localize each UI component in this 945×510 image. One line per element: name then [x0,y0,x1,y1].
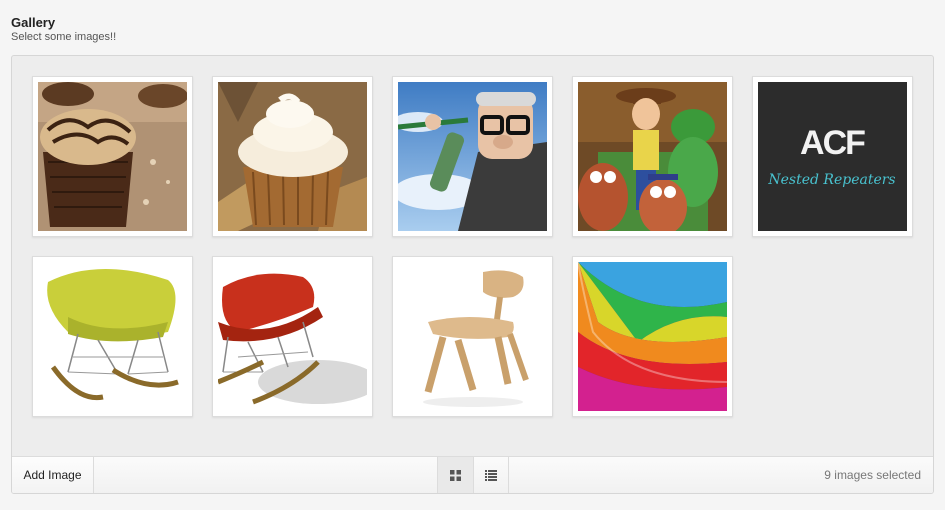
field-instructions: Select some images!! [11,31,117,43]
gallery-container: ACF Nested Repeaters Add Image 9 images … [11,55,934,494]
image-toy-story [578,82,727,231]
image-plywood-chair [398,262,547,411]
thumbnail-up-carl[interactable] [392,76,553,237]
thumbnail-acf-nested-repeaters[interactable]: ACF Nested Repeaters [752,76,913,237]
gallery-toolbar: Add Image 9 images selected [12,456,933,493]
image-red-rocking-chair [218,262,367,411]
thumbnail-cupcake-vanilla[interactable] [212,76,373,237]
acf-logo-text: ACF [800,124,865,162]
image-acf-nested-repeaters: ACF Nested Repeaters [758,82,907,231]
thumbnail-toy-story[interactable] [572,76,733,237]
image-rainbow-swirl [578,262,727,411]
gallery-thumbnails: ACF Nested Repeaters [32,76,922,436]
image-cupcake-chocolate [38,82,187,231]
thumbnail-red-rocking-chair[interactable] [212,256,373,417]
grid-view-icon [450,469,461,481]
add-image-button[interactable]: Add Image [12,457,94,493]
grid-view-button[interactable] [437,457,473,493]
image-up-carl [398,82,547,231]
image-cupcake-vanilla [218,82,367,231]
field-title: Gallery [11,15,56,30]
thumbnail-cupcake-chocolate[interactable] [32,76,193,237]
image-yellow-rocking-chair [38,262,187,411]
thumbnail-plywood-chair[interactable] [392,256,553,417]
thumbnail-rainbow-swirl[interactable] [572,256,733,417]
list-view-icon [485,469,497,481]
thumbnail-yellow-rocking-chair[interactable] [32,256,193,417]
list-view-button[interactable] [473,457,509,493]
acf-tagline-text: Nested Repeaters [767,172,895,188]
selected-count: 9 images selected [824,468,921,482]
